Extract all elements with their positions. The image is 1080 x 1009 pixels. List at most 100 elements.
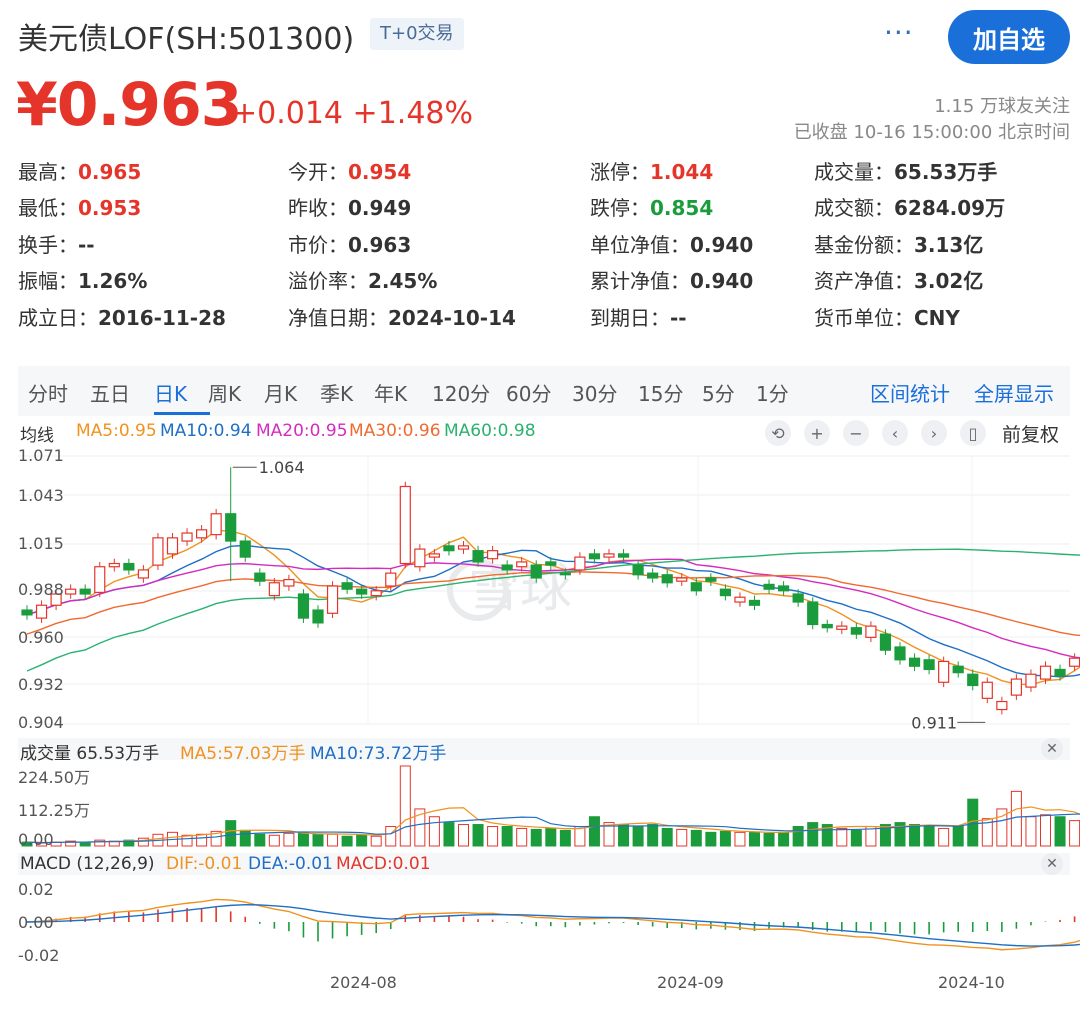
candle-up bbox=[487, 550, 499, 560]
candle-down bbox=[341, 582, 353, 590]
candle-down bbox=[501, 564, 513, 571]
period-tabs: 分时 五日 日K 周K 月K 季K 年K 120分 60分 30分 15分 5分… bbox=[18, 366, 1070, 416]
stat-value: 2.45% bbox=[368, 269, 438, 293]
candle-up bbox=[108, 562, 120, 568]
stat-r5-2: 到期日：-- bbox=[590, 302, 687, 331]
stat-r5-1: 净值日期：2024-10-14 bbox=[288, 302, 516, 331]
price-change: +0.014 +1.48% bbox=[232, 96, 473, 131]
tab-year-k[interactable]: 年K bbox=[374, 378, 407, 407]
tab-month-k[interactable]: 月K bbox=[264, 378, 297, 407]
candle-up bbox=[428, 553, 440, 558]
kline-chart[interactable]: 雪球 1.064 0.911 bbox=[0, 440, 1080, 740]
kline-y-tick: 0.988 bbox=[18, 580, 64, 599]
stat-r3-3: 基金份额：3.13亿 bbox=[814, 229, 983, 258]
candle-up bbox=[196, 529, 208, 539]
candle-down bbox=[967, 673, 979, 687]
stat-r1-1: 今开：0.954 bbox=[288, 156, 411, 185]
stat-r1-3: 成交量：65.53万手 bbox=[814, 156, 997, 185]
tab-five-day[interactable]: 五日 bbox=[90, 378, 130, 407]
volume-bar bbox=[792, 825, 804, 847]
candle-down bbox=[545, 561, 557, 566]
candle-down bbox=[588, 553, 601, 560]
candle-up bbox=[35, 604, 48, 619]
volume-bar bbox=[283, 832, 295, 847]
high-annotation: 1.064 bbox=[259, 458, 305, 477]
volume-bar bbox=[458, 824, 469, 847]
kline-y-tick: 1.043 bbox=[18, 486, 64, 505]
fund-title: 美元债LOF(SH:501300) bbox=[18, 22, 355, 57]
volume-bar bbox=[749, 831, 760, 847]
volume-bar bbox=[341, 835, 353, 847]
candle-up bbox=[137, 569, 149, 579]
macd-dif: DIF:-0.01 bbox=[166, 854, 243, 874]
candle-up bbox=[938, 660, 950, 683]
stat-r4-1: 溢价率：2.45% bbox=[288, 265, 437, 294]
fullscreen-link[interactable]: 全屏显示 bbox=[974, 378, 1054, 407]
stat-key: 成交量： bbox=[814, 160, 894, 184]
candle-down bbox=[748, 599, 761, 606]
candle-up bbox=[385, 572, 397, 587]
candle-down bbox=[632, 564, 644, 576]
candle-up bbox=[734, 596, 746, 603]
vol-tick-top: 224.50万 bbox=[18, 768, 90, 787]
candle-up bbox=[283, 578, 295, 587]
tab-timeshare[interactable]: 分时 bbox=[28, 378, 68, 407]
stat-r5-3: 货币单位：CNY bbox=[814, 302, 960, 331]
candle-down bbox=[239, 540, 251, 558]
volume-bar bbox=[545, 827, 557, 847]
kline-y-tick: 0.960 bbox=[18, 628, 64, 647]
tab-season-k[interactable]: 季K bbox=[320, 378, 353, 407]
stat-key: 昨收： bbox=[288, 196, 348, 220]
tab-30min[interactable]: 30分 bbox=[572, 378, 617, 407]
candle-down bbox=[254, 572, 266, 582]
close-volume-icon[interactable]: ✕ bbox=[1041, 738, 1063, 760]
stat-value: 0.953 bbox=[78, 196, 142, 220]
tab-5min[interactable]: 5分 bbox=[702, 378, 735, 407]
follower-count[interactable]: 1.15 万球友关注 bbox=[934, 92, 1070, 118]
stat-value: CNY bbox=[914, 306, 960, 330]
more-icon[interactable]: ··· bbox=[884, 16, 914, 49]
close-macd-icon[interactable]: ✕ bbox=[1041, 853, 1063, 875]
ma60-legend: MA60:0.98 bbox=[444, 421, 536, 441]
volume-bar bbox=[923, 825, 935, 847]
volume-bar bbox=[676, 828, 688, 847]
candle-up bbox=[94, 566, 106, 594]
candle-up bbox=[152, 537, 164, 566]
t0-tag: T+0交易 bbox=[370, 18, 464, 50]
macd-chart[interactable] bbox=[0, 876, 1080, 968]
macd-tick-bottom: -0.02 bbox=[18, 946, 60, 965]
candle-up bbox=[1068, 657, 1080, 667]
volume-bar bbox=[938, 827, 950, 847]
stat-value: 0.954 bbox=[348, 160, 412, 184]
add-watchlist-button[interactable]: 加自选 bbox=[948, 10, 1070, 64]
volume-bar bbox=[516, 827, 528, 847]
tab-week-k[interactable]: 周K bbox=[208, 378, 241, 407]
volume-bar bbox=[909, 824, 921, 847]
tab-day-k[interactable]: 日K bbox=[154, 378, 187, 407]
candle-down bbox=[719, 588, 732, 597]
tab-15min[interactable]: 15分 bbox=[638, 378, 683, 407]
candle-down bbox=[312, 609, 324, 624]
candle-down bbox=[952, 665, 964, 674]
kline-y-tick: 1.071 bbox=[18, 446, 64, 465]
stat-key: 净值日期： bbox=[288, 306, 388, 330]
volume-chart[interactable] bbox=[0, 760, 1080, 850]
candle-up bbox=[981, 681, 993, 699]
volume-bar bbox=[239, 829, 251, 847]
stat-key: 货币单位： bbox=[814, 306, 914, 330]
candle-up bbox=[1025, 673, 1037, 688]
volume-bar bbox=[719, 830, 731, 847]
range-stats-link[interactable]: 区间统计 bbox=[870, 378, 950, 407]
candle-down bbox=[356, 588, 368, 595]
tab-1min[interactable]: 1分 bbox=[756, 378, 789, 407]
candle-down bbox=[690, 582, 702, 592]
tab-60min[interactable]: 60分 bbox=[506, 378, 551, 407]
stat-r4-3: 资产净值：3.02亿 bbox=[814, 265, 983, 294]
stat-key: 振幅： bbox=[18, 269, 78, 293]
stat-key: 单位净值： bbox=[590, 233, 690, 257]
candle-up bbox=[1010, 678, 1023, 696]
tab-120min[interactable]: 120分 bbox=[432, 378, 490, 407]
volume-bar bbox=[807, 822, 819, 847]
volume-bar bbox=[268, 834, 280, 847]
stat-value: 0.963 bbox=[348, 233, 412, 257]
